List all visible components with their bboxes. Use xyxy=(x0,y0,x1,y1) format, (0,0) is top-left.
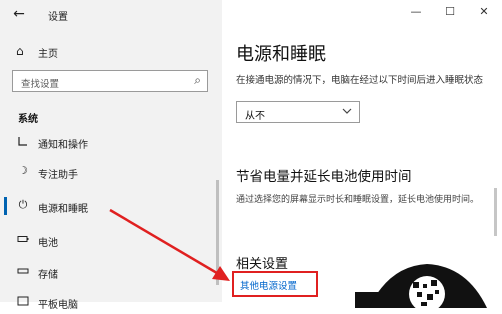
annotation-arrow xyxy=(109,208,230,281)
watermark-logo xyxy=(355,264,487,308)
